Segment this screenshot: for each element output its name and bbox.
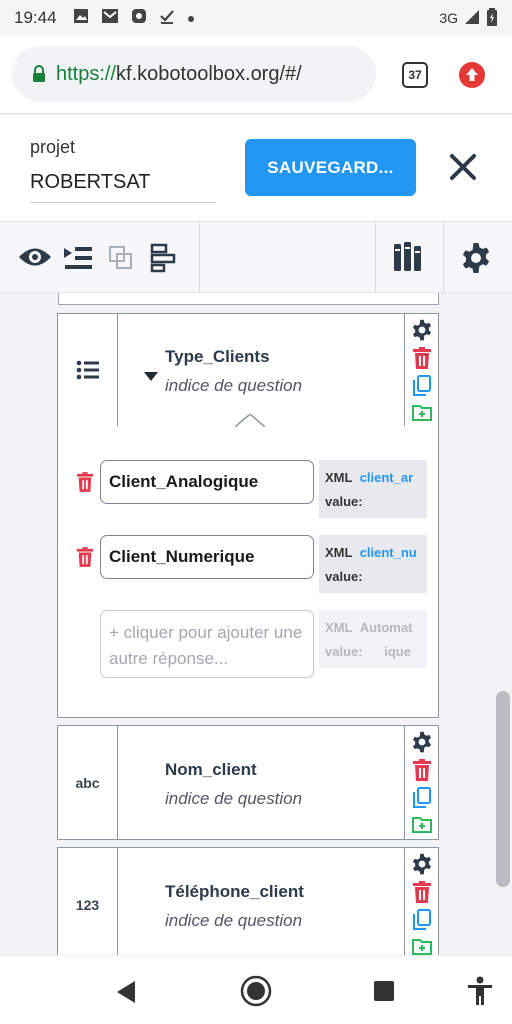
recents-icon[interactable] (373, 980, 395, 1007)
settings-gear-icon[interactable] (411, 319, 433, 346)
update-icon[interactable] (459, 62, 485, 88)
question-label[interactable]: Type_Clients (165, 347, 270, 367)
choice-row: Client_Numerique XML client_nu value: (58, 535, 440, 595)
insert-list-icon[interactable] (63, 245, 93, 276)
back-icon[interactable] (115, 980, 137, 1009)
gmail-icon (101, 8, 119, 29)
choice-label-input[interactable]: Client_Analogique (100, 460, 314, 504)
url-scheme: https:// (56, 62, 117, 85)
question-card-nom-client[interactable]: abc Nom_client indice de question (57, 725, 439, 840)
toolbar-divider (443, 222, 444, 294)
xml-label: XML (325, 470, 353, 485)
xml-value: client_ar (359, 470, 414, 485)
choice-list: Client_Analogique XML client_ar value: C… (57, 414, 440, 718)
question-type-integer-icon: 123 (58, 848, 118, 955)
lock-icon (32, 65, 46, 83)
question-actions (404, 726, 438, 839)
form-toolbar (0, 221, 512, 294)
previous-question-card (58, 293, 439, 305)
gallery-icon (73, 8, 89, 29)
duplicate-icon[interactable] (413, 909, 431, 936)
toolbar-divider (199, 222, 200, 294)
question-actions (404, 848, 438, 955)
question-type-select-icon (58, 314, 118, 426)
add-to-library-icon[interactable] (412, 815, 432, 838)
project-name-input[interactable]: ROBERTSAT (30, 171, 216, 203)
signal-icon (464, 9, 480, 28)
question-type-text-icon: abc (58, 726, 118, 839)
settings-gear-icon[interactable] (411, 731, 433, 758)
form-editor: Type_Clients indice de question Client_A… (0, 293, 512, 955)
tab-switcher-button[interactable]: 37 (402, 62, 428, 88)
group-icon[interactable] (108, 245, 134, 276)
xml-value-suffix: ique (384, 644, 411, 659)
network-type: 3G (439, 10, 458, 26)
more-notifications-dot (187, 8, 195, 28)
status-bar: 19:44 3G (0, 0, 512, 36)
xml-label: XML (325, 620, 353, 635)
home-icon[interactable] (240, 975, 272, 1012)
question-label[interactable]: Téléphone_client (165, 882, 304, 902)
address-bar[interactable]: https://kf.kobotoolbox.org/#/ (12, 46, 376, 102)
android-nav-bar (0, 955, 512, 1024)
project-label: projet (30, 137, 76, 157)
add-choice-input[interactable]: + cliquer pour ajouter une autre réponse… (100, 610, 314, 678)
choice-row: Client_Analogique XML client_ar value: (58, 460, 440, 520)
preview-eye-icon[interactable] (18, 246, 52, 273)
app-notification-icon (131, 8, 147, 29)
xml-value-field[interactable]: XML client_nu value: (319, 535, 427, 593)
add-to-library-icon[interactable] (412, 937, 432, 955)
accessibility-icon[interactable] (467, 976, 493, 1011)
choice-label-input[interactable]: Client_Numerique (100, 535, 314, 579)
xml-value: Automat (359, 620, 413, 635)
auto-xml-value-field: XML Automat value: ique (319, 610, 427, 668)
question-card-type-clients[interactable]: Type_Clients indice de question (57, 313, 439, 427)
settings-gear-icon[interactable] (460, 242, 492, 279)
layout-icon[interactable] (150, 243, 178, 278)
xml-value-field[interactable]: XML client_ar value: (319, 460, 427, 518)
toolbar-divider (375, 222, 376, 294)
question-hint[interactable]: indice de question (165, 789, 302, 809)
library-icon[interactable] (393, 241, 423, 278)
url-text: kf.kobotoolbox.org/#/ (116, 62, 302, 85)
battery-icon (486, 7, 498, 29)
xml-label: XML (325, 545, 353, 560)
settings-gear-icon[interactable] (411, 853, 433, 880)
add-to-library-icon[interactable] (412, 403, 432, 426)
download-done-icon (159, 8, 175, 29)
duplicate-icon[interactable] (413, 375, 431, 402)
trash-icon[interactable] (76, 547, 94, 572)
save-button[interactable]: SAUVEGARD... (245, 139, 416, 196)
xml-value: client_nu (359, 545, 417, 560)
question-hint[interactable]: indice de question (165, 911, 302, 931)
trash-icon[interactable] (412, 881, 432, 908)
project-header: projet ROBERTSAT SAUVEGARD... (0, 115, 512, 221)
duplicate-icon[interactable] (413, 787, 431, 814)
trash-icon[interactable] (76, 472, 94, 497)
value-label: value: (325, 569, 363, 584)
value-label: value: (325, 644, 363, 659)
browser-toolbar: https://kf.kobotoolbox.org/#/ 37 (0, 36, 512, 114)
question-actions (404, 314, 438, 426)
collapse-caret-icon[interactable] (144, 368, 158, 386)
choice-pointer (235, 414, 265, 427)
question-card-telephone-client[interactable]: 123 Téléphone_client indice de question (57, 847, 439, 955)
trash-icon[interactable] (412, 759, 432, 786)
question-label[interactable]: Nom_client (165, 760, 257, 780)
status-time: 19:44 (14, 8, 57, 27)
value-label: value: (325, 494, 363, 509)
question-hint[interactable]: indice de question (165, 376, 302, 396)
trash-icon[interactable] (412, 347, 432, 374)
close-icon[interactable] (448, 152, 478, 187)
scrollbar-thumb[interactable] (496, 691, 510, 887)
